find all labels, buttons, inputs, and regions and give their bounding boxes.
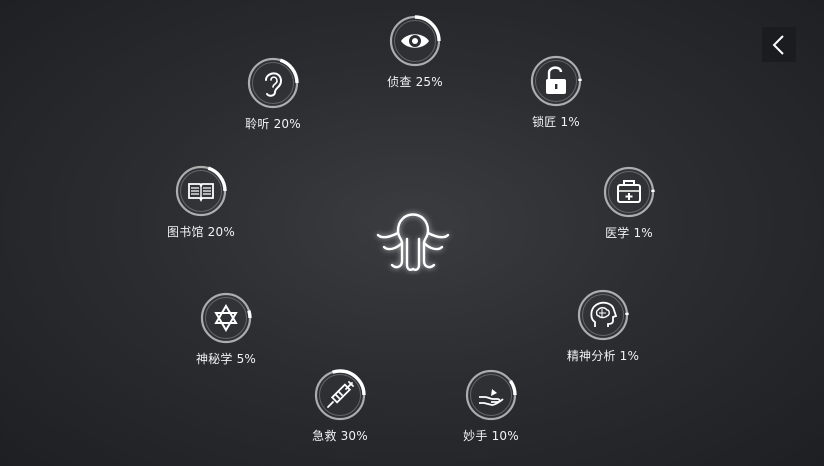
skill-ring <box>314 369 366 421</box>
back-button[interactable] <box>762 27 796 62</box>
skill-ring <box>389 15 441 67</box>
skill-occult[interactable]: 神秘学 5% <box>166 292 286 374</box>
book-icon <box>188 183 214 203</box>
skill-ring <box>247 57 299 109</box>
medkit-icon <box>617 180 641 203</box>
eye-icon <box>401 34 429 48</box>
brain-head-icon <box>590 301 618 327</box>
syringe-icon <box>327 381 354 408</box>
skill-psychoanalysis[interactable]: 精神分析 1% <box>543 289 663 371</box>
skill-label: 急救 30% <box>312 429 368 443</box>
hexagram-icon <box>214 304 238 332</box>
skill-spot-hidden[interactable]: 侦查 25% <box>355 15 475 97</box>
skill-label: 侦查 25% <box>387 75 443 89</box>
skill-locksmith[interactable]: 锁匠 1% <box>496 55 616 137</box>
skill-label: 锁匠 1% <box>532 115 580 129</box>
skill-sleight-of-hand[interactable]: 妙手 10% <box>431 369 551 451</box>
skill-listen[interactable]: 聆听 20% <box>213 57 333 139</box>
skill-label: 医学 1% <box>605 226 653 240</box>
chevron-left-icon <box>772 34 784 55</box>
skill-ring <box>530 55 582 107</box>
skill-ring <box>577 289 629 341</box>
skill-label: 图书馆 20% <box>167 225 235 239</box>
ear-icon <box>265 72 283 97</box>
skill-ring <box>175 165 227 217</box>
skill-medicine[interactable]: 医学 1% <box>569 166 689 248</box>
skill-library-use[interactable]: 图书馆 20% <box>141 165 261 247</box>
skill-ring <box>603 166 655 218</box>
skill-label: 神秘学 5% <box>195 352 257 366</box>
hand-icon <box>479 389 504 406</box>
skill-label: 妙手 10% <box>463 429 519 443</box>
skill-ring <box>465 369 517 421</box>
skill-label: 聆听 20% <box>245 117 301 131</box>
padlock-icon <box>546 66 566 94</box>
skill-first-aid[interactable]: 急救 30% <box>280 369 400 451</box>
octopus-icon <box>376 213 450 271</box>
skill-label: 精神分析 1% <box>566 349 640 363</box>
skill-ring <box>200 292 252 344</box>
